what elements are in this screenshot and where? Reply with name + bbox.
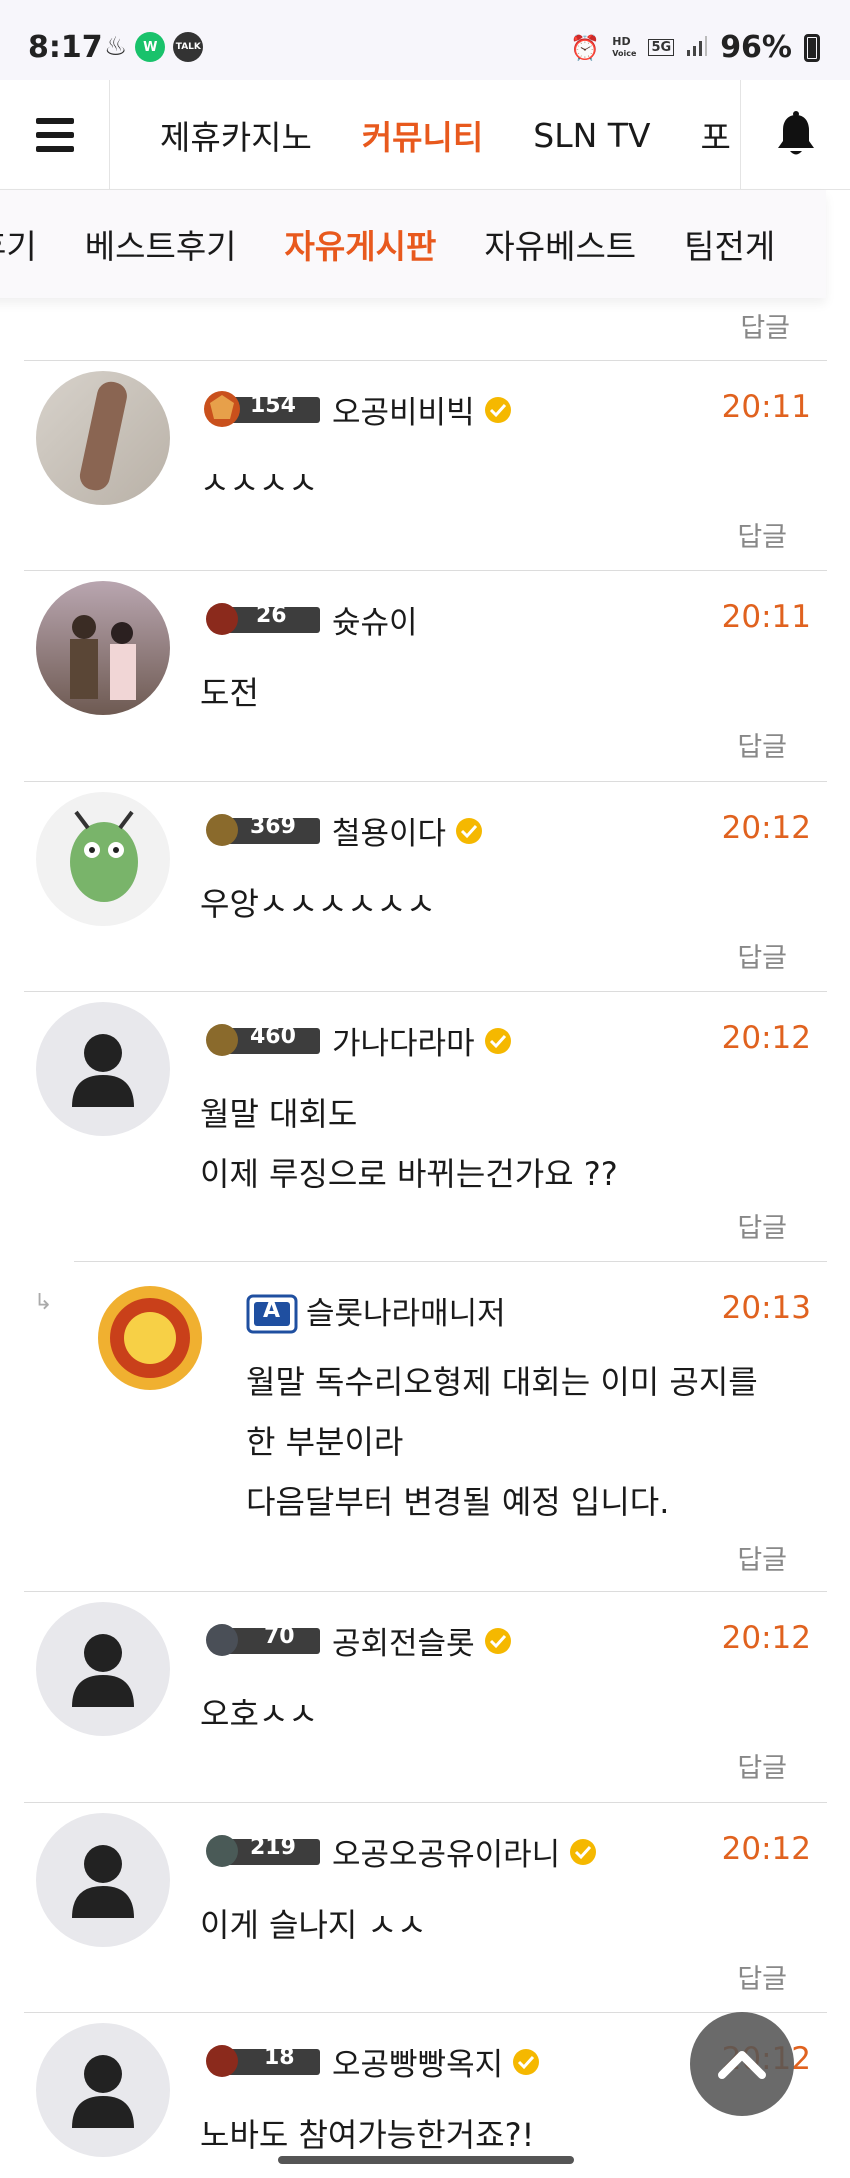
comment-content: ㅅㅅㅅㅅ xyxy=(200,464,318,502)
comment-item: 26 슛슈이 20:11 도전 답글 xyxy=(24,570,827,781)
reply-button[interactable]: 답글 xyxy=(737,1746,787,1785)
comment-time: 20:11 xyxy=(721,599,811,635)
sub-item-free-board[interactable]: 자유게시판 xyxy=(285,220,437,268)
home-indicator xyxy=(278,2156,574,2164)
nickname[interactable]: 철용이다 xyxy=(332,808,484,853)
comment-time: 20:12 xyxy=(721,1620,811,1656)
nickname[interactable]: 슛슈이 xyxy=(332,597,418,642)
comment-item: 460 가나다라마 20:12 월말 대회도 이제 루징으로 바뀌는건가요 ??… xyxy=(24,991,827,1261)
nav-item-more[interactable]: 포 xyxy=(701,111,731,159)
nickname[interactable]: 오공비비빅 xyxy=(332,387,513,432)
level-badge xyxy=(206,1624,320,1656)
avatar[interactable] xyxy=(36,1002,170,1136)
level-number: 460 xyxy=(250,1024,296,1049)
comment-item-reply: A 슬롯나라매니저 20:13 월말 독수리오형제 대회는 이미 공지를 한 부… xyxy=(74,1261,827,1591)
verified-check-icon xyxy=(513,2048,540,2075)
nickname[interactable]: 공회전슬롯 xyxy=(332,1618,513,1663)
comment-content: 월말 대회도 이제 루징으로 바뀌는건가요 ?? xyxy=(200,1095,618,1193)
nickname[interactable]: 슬롯나라매니저 xyxy=(306,1288,506,1333)
chevron-up-icon xyxy=(718,2051,766,2079)
comment-time: 20:12 xyxy=(721,1020,811,1056)
comment-content: 우앙ㅅㅅㅅㅅㅅㅅ xyxy=(200,885,436,923)
avatar[interactable] xyxy=(36,371,170,505)
network-5g-icon: 5G xyxy=(648,39,675,56)
sub-item-free-best[interactable]: 자유베스트 xyxy=(484,220,636,268)
talk-icon: TALK xyxy=(173,32,204,62)
bell-icon[interactable] xyxy=(740,80,850,190)
webtoon-icon: W xyxy=(135,32,166,62)
level-number: 26 xyxy=(256,603,287,628)
reply-button[interactable]: 답글 xyxy=(737,1206,787,1245)
nav-item-partner-casino[interactable]: 제휴카지노 xyxy=(160,111,312,159)
comment-content: 이게 슬나지 ㅅㅅ xyxy=(200,1906,427,1944)
verified-check-icon xyxy=(484,1627,511,1654)
battery-icon xyxy=(804,33,820,62)
nested-reply-arrow-icon: ↳ xyxy=(34,1290,53,1315)
reply-button[interactable]: 답글 xyxy=(737,1538,787,1577)
signal-icon xyxy=(686,35,708,61)
comment-item: 219 오공오공유이라니 20:12 이게 슬나지 ㅅㅅ 답글 xyxy=(24,1802,827,2012)
verified-check-icon xyxy=(484,1027,511,1054)
comment-time: 20:11 xyxy=(721,389,811,425)
verified-check-icon xyxy=(570,1838,597,1865)
top-navigation: 제휴카지노 커뮤니티 SLN TV 포 xyxy=(0,80,850,190)
comment-time: 20:13 xyxy=(721,1290,811,1326)
sub-item-best-reviews[interactable]: 베스트후기 xyxy=(85,220,237,268)
comment-item: 154 오공비비빅 20:11 ㅅㅅㅅㅅ 답글 xyxy=(24,360,827,570)
level-badge xyxy=(206,2045,320,2077)
reply-button[interactable]: 답글 xyxy=(737,725,787,764)
avatar[interactable] xyxy=(84,1272,216,1404)
nickname[interactable]: 오공빵빵옥지 xyxy=(332,2039,541,2084)
reply-button[interactable]: 답글 xyxy=(740,306,790,345)
nav-item-community[interactable]: 커뮤니티 xyxy=(362,111,483,159)
level-number: 18 xyxy=(264,2045,295,2070)
comment-content: 월말 독수리오형제 대회는 이미 공지를 한 부분이라 다음달부터 변경될 예정… xyxy=(246,1363,758,1521)
nickname[interactable]: 오공오공유이라니 xyxy=(332,1829,598,1874)
reply-button[interactable]: 답글 xyxy=(737,936,787,975)
comment-time: 20:12 xyxy=(721,1831,811,1867)
avatar[interactable] xyxy=(36,581,170,715)
sub-navigation: 후기 베스트후기 자유게시판 자유베스트 팀전게 xyxy=(0,190,826,298)
comment-item: 369 철용이다 20:12 우앙ㅅㅅㅅㅅㅅㅅ 답글 xyxy=(24,781,827,991)
level-number: 154 xyxy=(250,393,296,418)
avatar[interactable] xyxy=(36,792,170,926)
reply-button[interactable]: 답글 xyxy=(737,1957,787,1996)
nickname[interactable]: 가나다라마 xyxy=(332,1018,513,1063)
comment-content: 오호ㅅㅅ xyxy=(200,1695,318,1733)
nav-item-sln-tv[interactable]: SLN TV xyxy=(533,116,650,155)
avatar[interactable] xyxy=(36,2023,170,2157)
level-number: 70 xyxy=(264,1624,295,1649)
verified-check-icon xyxy=(484,396,511,423)
verified-check-icon xyxy=(456,817,483,844)
comment-item: 70 공회전슬롯 20:12 오호ㅅㅅ 답글 xyxy=(24,1591,827,1802)
sub-item-reviews[interactable]: 후기 xyxy=(0,220,37,268)
hamburger-menu-icon[interactable] xyxy=(0,80,110,190)
level-number: 369 xyxy=(250,814,296,839)
status-right: ⏰ HD Voice 5G 96% xyxy=(570,30,820,65)
comment-time: 20:12 xyxy=(721,810,811,846)
scroll-to-top-button[interactable] xyxy=(690,2012,794,2116)
spoon-icon: ♨ xyxy=(104,32,128,62)
status-time: 8:17 xyxy=(28,30,103,65)
alarm-icon: ⏰ xyxy=(570,33,601,62)
reply-button[interactable]: 답글 xyxy=(737,515,787,554)
status-bar: 8:17 ♨ W TALK ⏰ HD Voice 5G 96% xyxy=(0,0,850,80)
hd-voice-icon: HD Voice xyxy=(612,34,637,58)
sub-item-team-battle[interactable]: 팀전게 xyxy=(684,220,775,268)
status-notification-icons: ♨ W TALK xyxy=(104,32,204,62)
admin-letter: A xyxy=(263,1298,281,1323)
battery-percent: 96% xyxy=(720,30,792,65)
avatar[interactable] xyxy=(36,1813,170,1947)
comment-content: 도전 xyxy=(200,674,259,712)
top-nav-items: 제휴카지노 커뮤니티 SLN TV 포 xyxy=(110,80,740,190)
level-number: 219 xyxy=(250,1835,296,1860)
avatar[interactable] xyxy=(36,1602,170,1736)
